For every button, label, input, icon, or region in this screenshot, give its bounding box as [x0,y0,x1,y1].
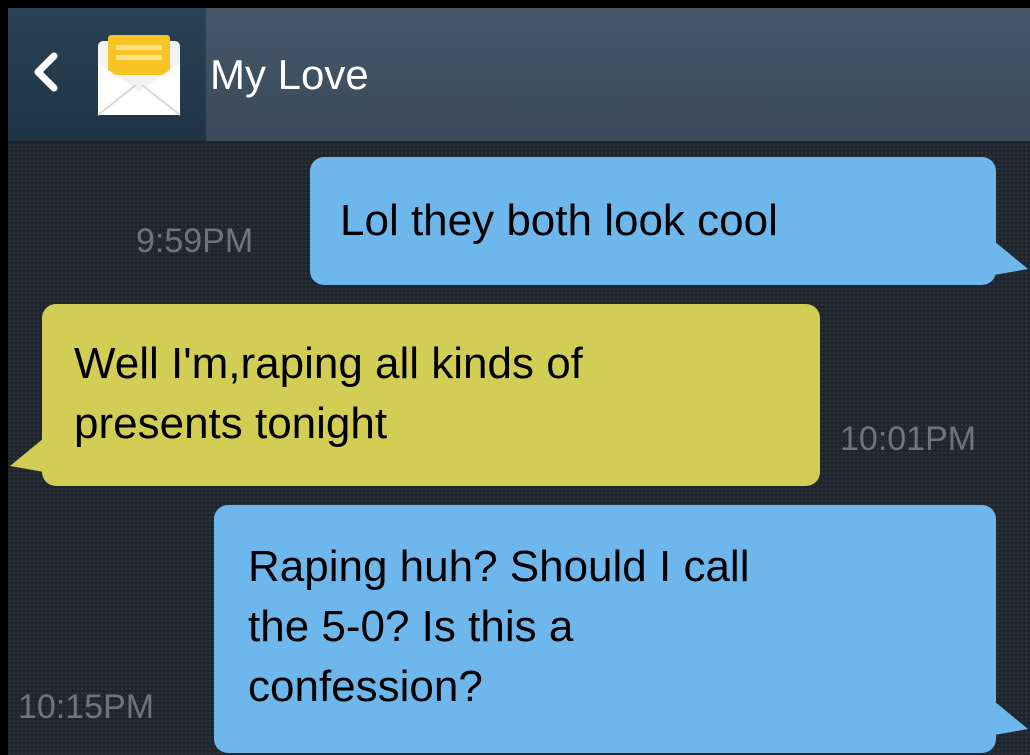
conversation-header: My Love [8,8,1030,143]
message-text-line: confession? [248,662,483,711]
message-thread[interactable]: 9:59PM Lol they both look cool Well I'm,… [8,143,1030,755]
message-timestamp: 10:01PM [840,420,977,458]
message-timestamp: 10:15PM [18,688,155,726]
message-text-line: presents tonight [74,399,388,448]
sent-message-bubble[interactable]: Lol they both look cool [310,157,1028,285]
message-text-line: Raping huh? Should I call [248,542,750,591]
received-message-bubble[interactable]: Well I'm,raping all kinds of presents to… [10,304,820,486]
envelope-icon [94,33,184,118]
back-button[interactable] [8,8,206,141]
message-text-line: Well I'm,raping all kinds of [74,339,583,388]
message-text-line: the 5-0? Is this a [248,602,574,651]
message-text: Lol they both look cool [340,196,778,245]
contact-name[interactable]: My Love [210,50,369,100]
messaging-screen: My Love 9:59PM Lol they both look cool W… [8,8,1030,755]
sent-message-bubble[interactable]: Raping huh? Should I call the 5-0? Is th… [214,505,1028,753]
message-timestamp: 9:59PM [136,222,254,260]
chevron-left-icon [30,46,60,98]
